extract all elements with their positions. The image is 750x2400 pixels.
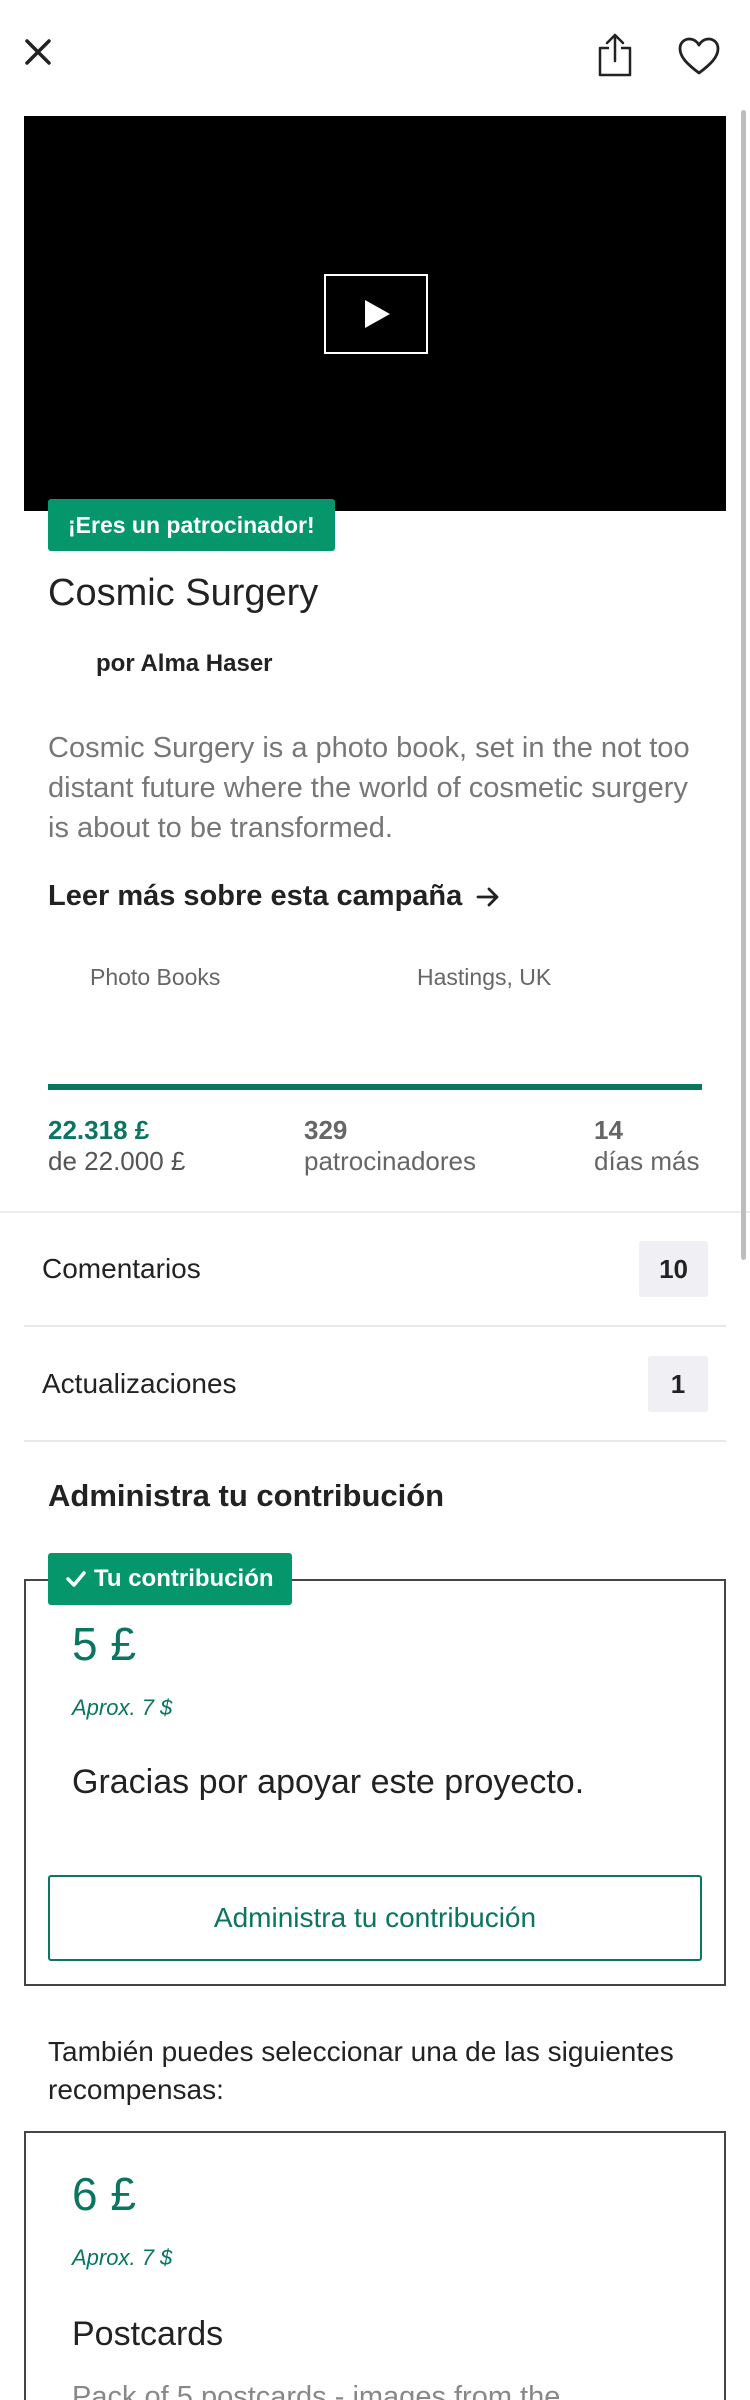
contribution-approx: Aprox. 7 $ [72,1695,173,1720]
close-icon [25,39,51,65]
comments-row[interactable]: Comentarios 10 [24,1213,726,1327]
days-count: 14 [594,1115,623,1145]
your-contribution-badge: Tu contribución [48,1553,292,1605]
heart-icon [678,37,720,75]
stat-days: 14 días más [594,1115,700,1177]
backer-badge: ¡Eres un patrocinador! [48,499,335,551]
manage-section-title: Administra tu contribución [48,1478,445,1513]
scrollbar[interactable] [741,110,746,1260]
reward-description: Pack of 5 postcards - images from the [72,2381,561,2400]
play-icon [365,300,390,328]
contribution-card: 5 £ Aprox. 7 $ Gracias por apoyar este p… [24,1579,726,1986]
funding-progress-fill [48,1084,702,1090]
stat-backers: 329 patrocinadores [304,1115,476,1177]
reward-approx: Aprox. 7 $ [72,2245,173,2270]
comments-label: Comentarios [42,1253,201,1284]
thanks-message: Gracias por apoyar este proyecto. [72,1763,585,1801]
days-label: días más [594,1146,700,1176]
backers-label: patrocinadores [304,1146,476,1176]
project-category[interactable]: Photo Books [90,964,220,991]
share-icon [598,33,632,77]
project-title: Cosmic Surgery [48,572,319,614]
rewards-intro: También puedes seleccionar una de las si… [48,2036,674,2105]
reward-card[interactable]: 6 £ Aprox. 7 $ Postcards Pack of 5 postc… [24,2131,726,2400]
pledged-amount: 22.318 £ [48,1115,150,1145]
reward-title: Postcards [72,2315,224,2353]
read-more-link[interactable]: Leer más sobre esta campaña [48,880,500,913]
updates-label: Actualizaciones [42,1368,237,1399]
comments-count-badge: 10 [639,1241,708,1297]
project-video[interactable] [24,116,726,511]
favorite-button[interactable] [674,32,724,80]
close-button[interactable] [16,30,60,74]
reward-amount: 6 £ [72,2168,136,2220]
read-more-label: Leer más sobre esta campaña [48,880,463,912]
backers-count: 329 [304,1115,348,1145]
manage-contribution-button[interactable]: Administra tu contribución [48,1875,702,1961]
stat-pledged: 22.318 £ de 22.000 £ [48,1115,185,1177]
project-blurb: Cosmic Surgery is a photo book, set in t… [48,732,690,844]
your-contribution-label: Tu contribución [94,1565,274,1592]
goal-amount: de 22.000 £ [48,1146,186,1176]
funding-progress-bar [48,1084,702,1090]
arrow-right-icon [476,887,499,906]
share-button[interactable] [590,28,640,82]
check-icon [66,1571,86,1587]
updates-row[interactable]: Actualizaciones 1 [24,1328,726,1442]
project-location[interactable]: Hastings, UK [417,964,551,991]
updates-count-badge: 1 [648,1356,708,1412]
top-bar [0,0,750,110]
contribution-amount: 5 £ [72,1618,136,1670]
project-author[interactable]: por Alma Haser [96,650,273,678]
play-button[interactable] [324,274,428,354]
